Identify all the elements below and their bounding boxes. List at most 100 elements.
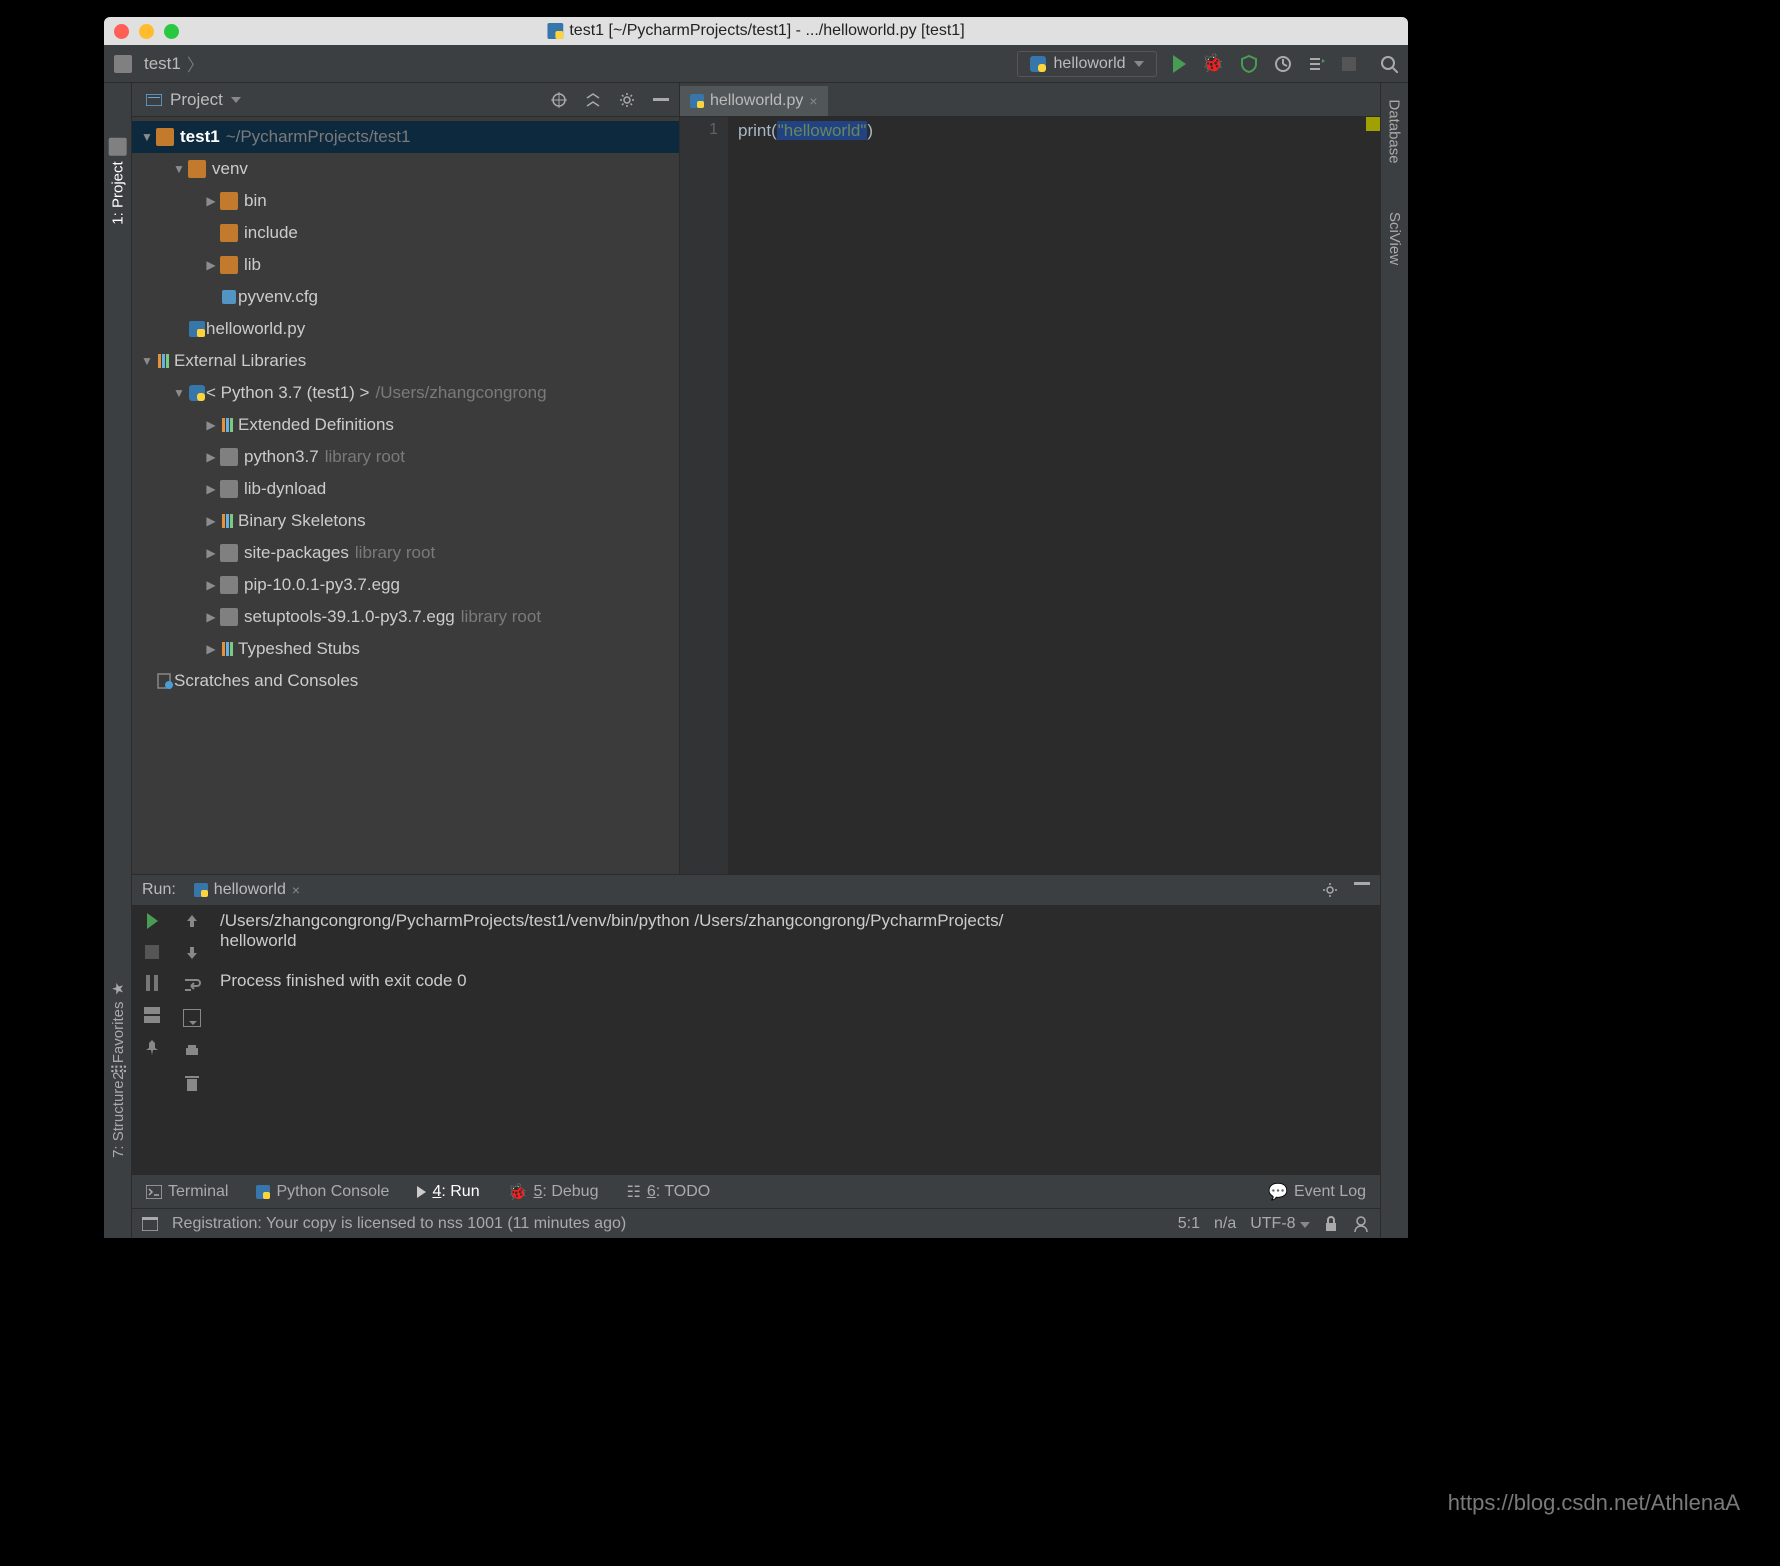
sciview-tool-tab[interactable]: SciView [1386,212,1403,265]
cursor-position[interactable]: 5:1 [1178,1215,1200,1233]
print-icon[interactable] [184,1043,200,1059]
close-tab-icon[interactable]: × [809,93,817,109]
run-tab-label: helloworld [214,881,286,899]
library-icon [220,640,238,658]
up-arrow-icon[interactable] [184,913,200,929]
collapse-all-icon[interactable] [585,92,601,108]
editor-body[interactable]: 1 print("helloworld") [680,117,1380,874]
scroll-to-end-icon[interactable] [183,1009,201,1027]
line-separator[interactable]: n/a [1214,1215,1236,1233]
tree-node-extended-definitions[interactable]: ▶ Extended Definitions [132,409,679,441]
close-tab-icon[interactable]: × [292,882,300,898]
profile-button[interactable] [1274,55,1292,73]
folder-icon [220,608,238,626]
debug-button[interactable]: 🐞 [1202,53,1224,74]
coverage-button[interactable] [1240,55,1258,73]
soft-wrap-icon[interactable] [183,977,201,993]
tree-node-include[interactable]: include [132,217,679,249]
breadcrumb[interactable]: test1 〉 [114,51,204,76]
run-tab[interactable]: helloworld × [186,879,308,901]
tab-mnemonic: 6 [647,1183,656,1200]
gear-icon[interactable] [619,92,635,108]
tree-node-binary-skeletons[interactable]: ▶ Binary Skeletons [132,505,679,537]
tree-root-node[interactable]: ▼ test1 ~/PycharmProjects/test1 [132,121,679,153]
down-arrow-icon[interactable] [184,945,200,961]
node-label: pip-10.0.1-py3.7.egg [244,575,400,595]
console-line: helloworld [220,931,297,950]
tree-node-setuptools-egg[interactable]: ▶ setuptools-39.1.0-py3.7.egg library ro… [132,601,679,633]
node-note: library root [355,543,435,563]
tool-windows-icon[interactable] [142,1217,158,1231]
terminal-icon [146,1185,162,1199]
chevron-right-icon: 〉 [187,51,204,76]
console-output[interactable]: /Users/zhangcongrong/PycharmProjects/tes… [212,905,1380,1174]
speech-bubble-icon: 💬 [1268,1182,1288,1202]
tab-label: SciView [1386,212,1403,265]
stop-button[interactable] [1342,57,1356,71]
hide-icon[interactable] [1354,882,1370,886]
project-tool-window: Project ▼ test1 [132,83,680,874]
tree-node-lib[interactable]: ▶ lib [132,249,679,281]
tree-node-python37[interactable]: ▶ python3.7 library root [132,441,679,473]
tree-node-pip-egg[interactable]: ▶ pip-10.0.1-py3.7.egg [132,569,679,601]
titlebar: test1 [~/PycharmProjects/test1] - .../he… [104,17,1408,45]
tree-node-typeshed[interactable]: ▶ Typeshed Stubs [132,633,679,665]
status-message: Registration: Your copy is licensed to n… [172,1215,626,1233]
editor-tab-helloworld[interactable]: helloworld.py × [680,86,828,116]
folder-icon [156,128,174,146]
pause-icon[interactable] [144,975,160,991]
tab-label: Database [1386,99,1403,163]
todo-tab[interactable]: ☷ 6: TODO [626,1182,710,1202]
maximize-window-button[interactable] [164,24,179,39]
bottom-tool-window-stripe: Terminal Python Console 4: Run 🐞 5: Debu… [132,1174,1380,1208]
pin-icon[interactable] [144,1039,160,1055]
rerun-button[interactable] [147,913,158,929]
tab-label: 1: Project [109,161,126,224]
editor-gutter: 1 [680,117,728,874]
gear-icon[interactable] [1322,882,1338,898]
python-icon [256,1185,270,1199]
tree-node-site-packages[interactable]: ▶ site-packages library root [132,537,679,569]
hide-icon[interactable] [653,98,669,102]
close-window-button[interactable] [114,24,129,39]
python-console-tab[interactable]: Python Console [256,1183,389,1201]
warning-marker-icon[interactable] [1366,117,1380,131]
tab-label: : TODO [656,1183,711,1200]
tab-label: : Debug [542,1183,598,1200]
tree-node-pyvenv-cfg[interactable]: pyvenv.cfg [132,281,679,313]
bug-icon: 🐞 [508,1182,528,1202]
locate-icon[interactable] [551,92,567,108]
structure-tool-tab[interactable]: 7: Structure ⣿ [109,1060,127,1158]
terminal-tab[interactable]: Terminal [146,1183,228,1201]
folder-icon [220,544,238,562]
database-tool-tab[interactable]: Database [1386,99,1403,163]
file-encoding[interactable]: UTF-8 [1250,1215,1310,1233]
tree-node-venv[interactable]: ▼ venv [132,153,679,185]
layout-icon[interactable] [144,1007,160,1023]
stop-button[interactable] [145,945,159,959]
run-button[interactable] [1173,55,1186,73]
hector-icon[interactable] [1352,1215,1370,1233]
trash-icon[interactable] [185,1075,199,1091]
tree-node-scratches[interactable]: Scratches and Consoles [132,665,679,697]
project-tree[interactable]: ▼ test1 ~/PycharmProjects/test1 ▼ venv ▶… [132,117,679,874]
tree-node-python-interpreter[interactable]: ▼ < Python 3.7 (test1) > /Users/zhangcon… [132,377,679,409]
event-log-tab[interactable]: 💬 Event Log [1268,1182,1366,1202]
run-configuration-dropdown[interactable]: helloworld [1017,51,1157,77]
run-tab[interactable]: 4: Run [417,1183,479,1201]
project-tool-tab[interactable]: 1: Project [109,131,127,224]
search-everywhere-button[interactable] [1380,55,1398,73]
run-tool-window: Run: helloworld × [132,874,1380,1174]
tree-node-helloworld[interactable]: helloworld.py [132,313,679,345]
minimize-window-button[interactable] [139,24,154,39]
tree-node-lib-dynload[interactable]: ▶ lib-dynload [132,473,679,505]
code-area[interactable]: print("helloworld") [728,117,1380,874]
debug-tab[interactable]: 🐞 5: Debug [508,1182,599,1202]
node-path: ~/PycharmProjects/test1 [226,127,411,147]
code-token: ) [867,121,873,140]
tree-node-bin[interactable]: ▶ bin [132,185,679,217]
tree-node-external-libraries[interactable]: ▼ External Libraries [132,345,679,377]
lock-icon[interactable] [1324,1216,1338,1232]
chevron-down-icon[interactable] [231,97,241,103]
concurrency-button[interactable] [1308,55,1326,73]
